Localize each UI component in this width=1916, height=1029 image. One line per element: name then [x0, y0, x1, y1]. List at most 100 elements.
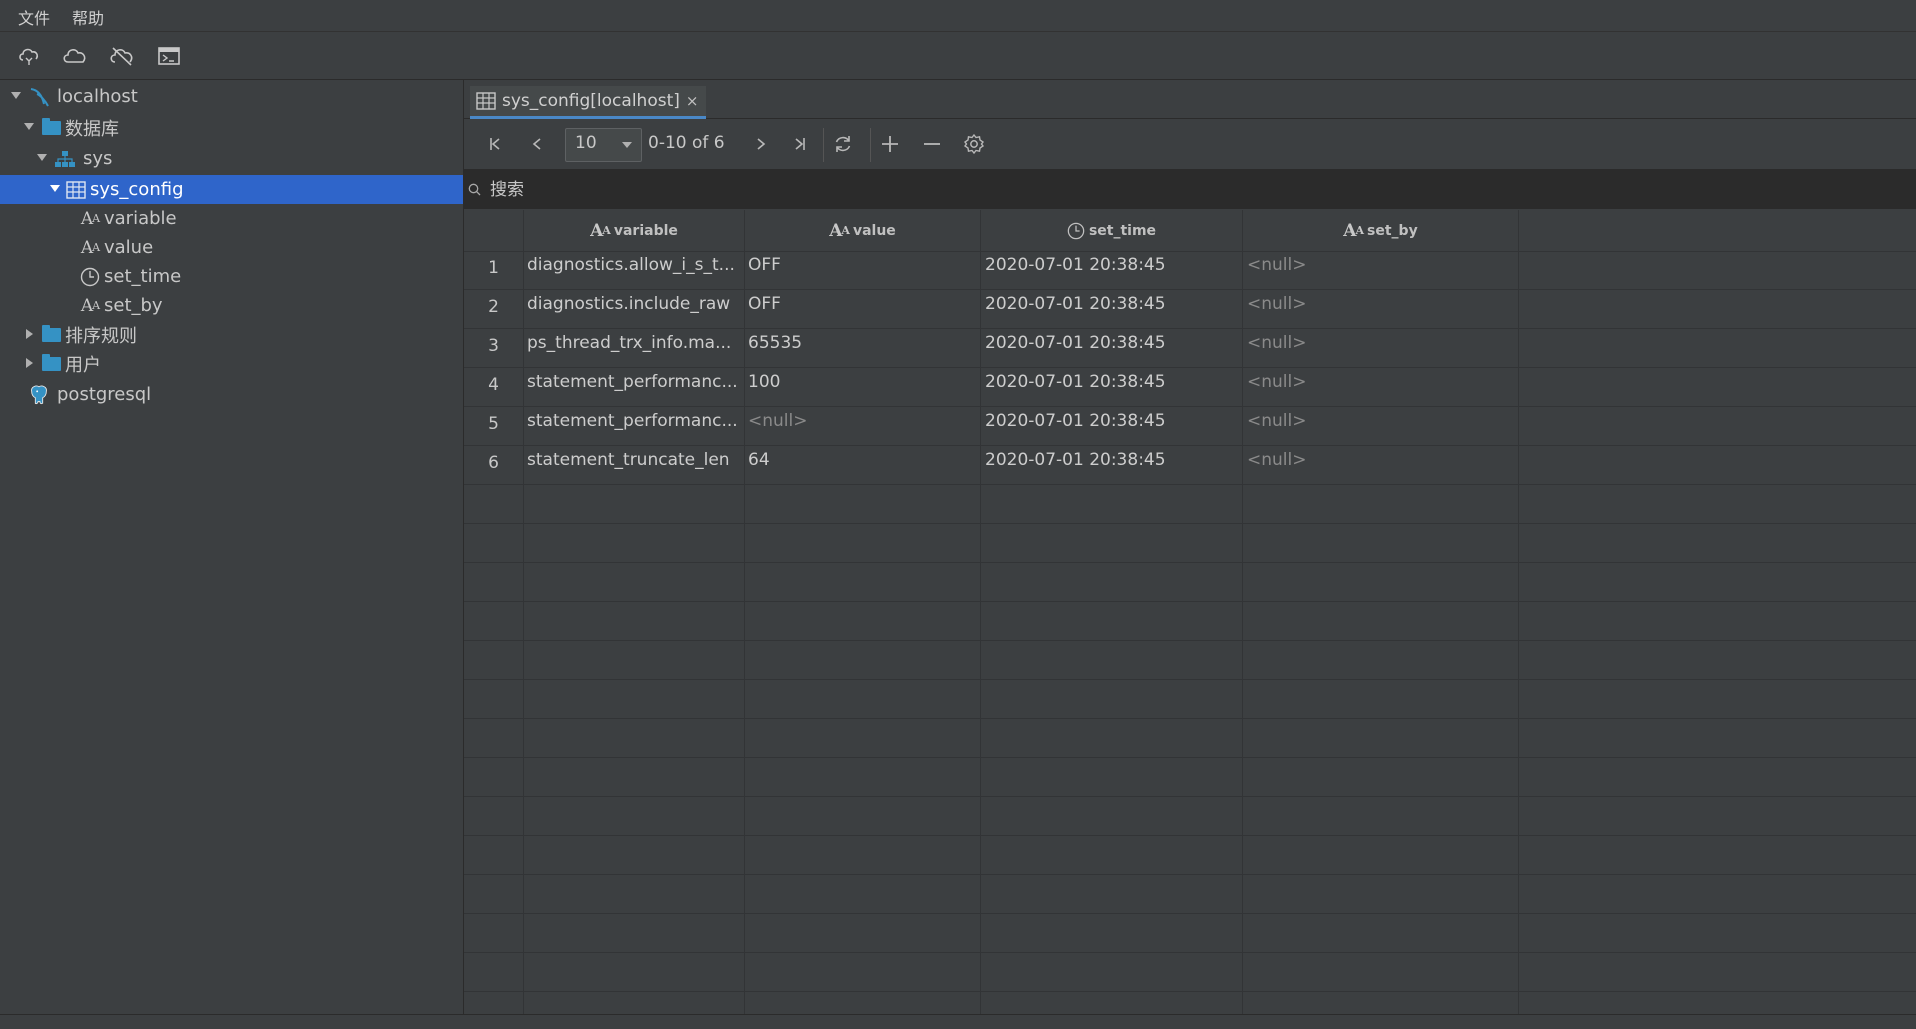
cell-value[interactable]: <null> — [748, 411, 976, 431]
connect-button[interactable] — [14, 41, 44, 71]
cell-set-by[interactable]: <null> — [1247, 411, 1515, 431]
gear-icon — [963, 133, 985, 155]
table-icon — [476, 92, 496, 110]
cell-set-by[interactable]: <null> — [1247, 333, 1515, 353]
chevron-down-icon[interactable] — [11, 92, 21, 99]
tree-node-databases[interactable]: 数据库 — [0, 113, 463, 142]
cell-variable[interactable]: ps_thread_trx_info.ma... — [527, 333, 741, 353]
folder-icon — [40, 353, 62, 375]
tree-node-column-set-by[interactable]: AA set_by — [0, 291, 463, 320]
chevron-right-icon — [757, 138, 766, 150]
last-page-button[interactable] — [786, 130, 814, 158]
cell-variable[interactable]: statement_performanc... — [527, 411, 741, 431]
text-column-icon: AA — [80, 295, 100, 316]
cell-set-by[interactable]: <null> — [1247, 255, 1515, 275]
tree-node-sys[interactable]: sys — [0, 144, 463, 173]
schema-icon — [54, 148, 76, 170]
tree-node-column-set-time[interactable]: set_time — [0, 262, 463, 291]
cell-set-time[interactable]: 2020-07-01 20:38:45 — [985, 450, 1239, 470]
refresh-icon — [835, 136, 851, 152]
cell-set-by[interactable]: <null> — [1247, 294, 1515, 314]
cell-variable[interactable]: diagnostics.allow_i_s_t... — [527, 255, 741, 275]
cell-value[interactable]: 64 — [748, 450, 976, 470]
last-page-icon — [795, 138, 805, 150]
refresh-button[interactable] — [829, 130, 857, 158]
page-size-value: 10 — [575, 133, 597, 153]
text-column-icon: AA — [80, 208, 100, 229]
folder-icon — [40, 117, 62, 139]
row-number: 1 — [488, 258, 499, 278]
tree-node-sys-config[interactable]: sys_config — [0, 175, 463, 204]
chevron-right-icon[interactable] — [26, 358, 33, 368]
tree-node-column-value[interactable]: AA value — [0, 233, 463, 262]
prev-page-button[interactable] — [523, 130, 551, 158]
terminal-icon — [158, 47, 180, 65]
menu-help[interactable]: 帮助 — [72, 5, 104, 29]
cell-value[interactable]: OFF — [748, 255, 976, 275]
cloud-icon — [63, 49, 86, 63]
postgresql-elephant-icon — [28, 384, 50, 406]
cell-variable[interactable]: diagnostics.include_raw — [527, 294, 741, 314]
row-number: 2 — [488, 297, 499, 317]
next-page-button[interactable] — [747, 130, 775, 158]
page-size-select[interactable]: 10 — [565, 128, 642, 162]
tree-node-postgresql[interactable]: postgresql — [0, 380, 463, 409]
header-variable[interactable]: AA variable — [524, 210, 744, 251]
column-divider — [1518, 210, 1519, 1014]
menu-bar: 文件 帮助 — [0, 0, 1916, 32]
row-number: 3 — [488, 336, 499, 356]
cell-value[interactable]: 65535 — [748, 333, 976, 353]
cell-set-by[interactable]: <null> — [1247, 372, 1515, 392]
settings-button[interactable] — [960, 130, 988, 158]
menu-file[interactable]: 文件 — [18, 5, 50, 29]
tree-node-localhost[interactable]: localhost — [0, 82, 463, 111]
cell-set-time[interactable]: 2020-07-01 20:38:45 — [985, 255, 1239, 275]
row-divider — [464, 835, 1916, 836]
chevron-down-icon[interactable] — [37, 154, 47, 161]
row-divider — [464, 445, 1916, 446]
close-icon[interactable]: × — [686, 92, 699, 110]
search-input[interactable] — [488, 176, 1892, 204]
first-page-button[interactable] — [481, 130, 509, 158]
terminal-button[interactable] — [154, 41, 184, 71]
tab-label: sys_config[localhost] — [502, 91, 680, 111]
tab-sys-config[interactable]: sys_config[localhost] × — [470, 86, 707, 119]
plus-icon — [882, 136, 898, 152]
tree-node-column-variable[interactable]: AA variable — [0, 204, 463, 233]
row-divider — [464, 952, 1916, 953]
tree-node-collations[interactable]: 排序规则 — [0, 320, 463, 349]
clock-icon — [79, 266, 101, 288]
cell-value[interactable]: OFF — [748, 294, 976, 314]
toolbar — [0, 32, 1916, 80]
cell-value[interactable]: 100 — [748, 372, 976, 392]
row-number-gutter — [464, 210, 524, 1014]
header-value[interactable]: AA value — [745, 210, 980, 251]
cell-set-time[interactable]: 2020-07-01 20:38:45 — [985, 411, 1239, 431]
toolbar-divider — [823, 128, 824, 162]
header-set-by[interactable]: AA set_by — [1243, 210, 1518, 251]
cell-set-time[interactable]: 2020-07-01 20:38:45 — [985, 333, 1239, 353]
row-divider — [464, 289, 1916, 290]
cloud-connect-icon — [19, 48, 39, 65]
data-grid: AA variable AA value set_time AA set_by — [464, 210, 1916, 1014]
cloud-button[interactable] — [60, 41, 90, 71]
disconnect-button[interactable] — [107, 41, 137, 71]
chevron-right-icon[interactable] — [26, 329, 33, 339]
mysql-dolphin-icon — [28, 86, 50, 108]
cell-set-by[interactable]: <null> — [1247, 450, 1515, 470]
cell-variable[interactable]: statement_performanc... — [527, 372, 741, 392]
cell-set-time[interactable]: 2020-07-01 20:38:45 — [985, 372, 1239, 392]
chevron-down-icon[interactable] — [50, 185, 60, 192]
folder-icon — [40, 324, 62, 346]
add-row-button[interactable] — [876, 130, 904, 158]
cell-variable[interactable]: statement_truncate_len — [527, 450, 741, 470]
row-divider — [464, 718, 1916, 719]
delete-row-button[interactable] — [918, 130, 946, 158]
header-set-time[interactable]: set_time — [981, 210, 1242, 251]
tree-node-users[interactable]: 用户 — [0, 349, 463, 378]
text-column-icon: AA — [1343, 220, 1364, 241]
chevron-down-icon[interactable] — [24, 123, 34, 130]
tree-label-sys-config: sys_config — [90, 179, 184, 200]
row-divider — [464, 757, 1916, 758]
cell-set-time[interactable]: 2020-07-01 20:38:45 — [985, 294, 1239, 314]
